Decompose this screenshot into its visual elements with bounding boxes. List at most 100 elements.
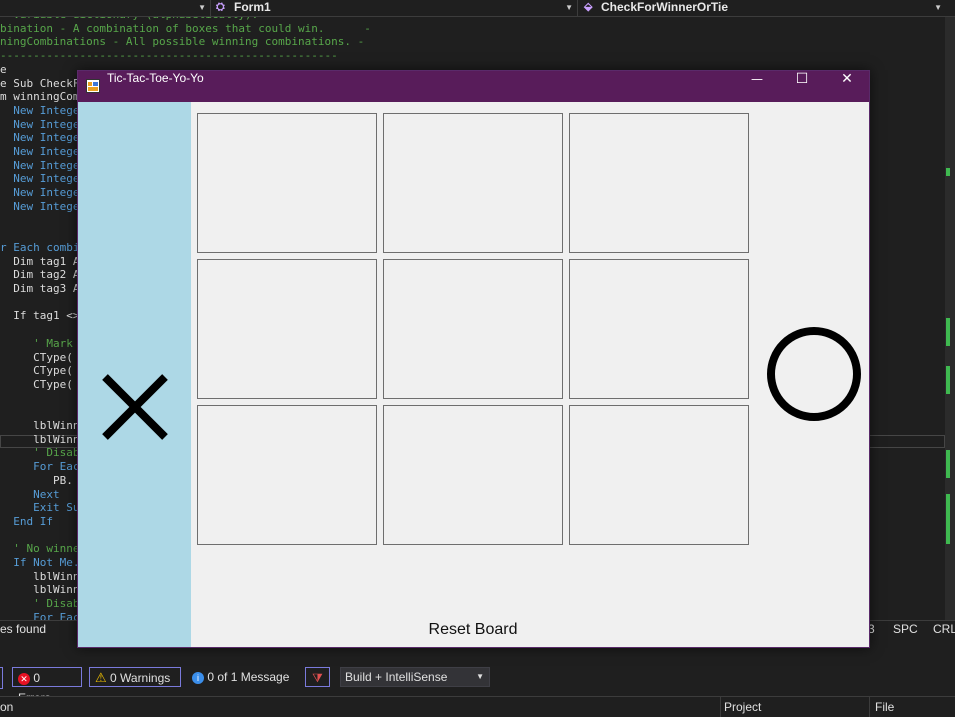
info-icon: i [192,671,204,684]
error-list-toolbar: ✕ 0 Errors ⚠ 0 Warnings i 0 of 1 Message… [0,660,955,705]
line-ending-indicator[interactable]: CRLF [933,621,955,637]
minimize-button[interactable]: — [734,71,780,102]
code-line: ' Disab [0,597,80,611]
change-marker [946,450,950,478]
close-icon: ✕ [841,71,853,87]
code-line: lblWinn [0,583,80,597]
board-cell[interactable] [569,259,749,399]
code-line: bination - A combination of boxes that c… [0,21,371,35]
player-x-panel [78,102,191,647]
board-cell[interactable] [197,259,377,399]
code-line: lblWinn [0,432,80,446]
code-line: New Integer [0,103,87,117]
filter-icon: ⧩ [312,671,323,685]
reset-board-button[interactable]: Reset Board [408,619,538,641]
board-cell[interactable] [383,405,563,545]
chevron-down-icon: ▼ [934,3,942,12]
code-line: PB. [0,473,73,487]
code-line: For Eac [0,610,80,620]
player-o-marker [767,327,861,421]
code-line: ----------------------------------------… [0,49,338,63]
code-line: Next [0,487,60,501]
filter-button[interactable]: ⧩ [305,667,330,687]
class-icon: ⛭ [216,1,225,13]
member-dropdown[interactable]: ⬙ CheckForWinnerOrTie ▼ [580,0,946,16]
scope-dropdown[interactable]: ▼ [0,0,211,16]
maximize-button[interactable]: ☐ [779,71,825,102]
code-line: New Integer [0,117,87,131]
code-line: ' Mark [0,336,73,350]
code-line: If Not Me.C [0,556,87,569]
type-dropdown-label: Form1 [234,0,271,14]
warning-icon: ⚠ [95,670,107,685]
change-marker [946,366,950,394]
form-app-icon [86,79,100,93]
code-line: New Integer [0,145,87,158]
type-dropdown[interactable]: ⛭ Form1 ▼ [212,0,578,16]
window-title: Tic-Tac-Toe-Yo-Yo [107,71,204,85]
code-line: ' Disab [0,446,80,460]
project-column-header[interactable]: Project [724,697,761,717]
messages-label: 0 of 1 Message [207,670,290,684]
file-column-header[interactable]: File [875,697,894,717]
code-line: New Integer [0,186,87,200]
method-icon: ⬙ [584,1,593,13]
error-icon: ✕ [18,672,30,685]
code-line: lblWinn [0,419,80,432]
player-x-marker [102,374,168,440]
change-marker [946,318,950,346]
chevron-down-icon: ▼ [565,3,573,12]
close-button[interactable]: ✕ [824,71,870,102]
code-line: Dim tag1 As [0,254,87,268]
warnings-filter-button[interactable]: ⚠ 0 Warnings [89,667,181,687]
board-cell[interactable] [383,259,563,399]
code-line: New Integer [0,199,87,213]
warnings-label: 0 Warnings [110,671,171,685]
code-line: ' No winner [0,542,87,556]
board-cell[interactable] [197,405,377,545]
code-line: lblWinn [0,569,80,583]
find-result-text: es found [0,622,47,636]
code-line: Dim tag2 As [0,268,87,282]
board-cell[interactable] [569,405,749,545]
code-line: Dim tag3 As [0,282,87,295]
errors-filter-button[interactable]: ✕ 0 Errors [12,667,82,705]
board-cell[interactable] [569,113,749,253]
error-list-header: on Project File [0,696,955,717]
minimize-icon: — [751,72,763,86]
code-line: CType( [0,377,73,391]
column-divider[interactable] [720,697,721,717]
column-divider[interactable] [869,697,870,717]
navigation-bar: ▼ ⛭ Form1 ▼ ⬙ CheckForWinnerOrTie ▼ [0,0,955,17]
code-line: If tag1 <> [0,309,80,323]
code-line: e [0,62,7,76]
code-line: ningCombinations - All possible winning … [0,35,365,49]
code-line: CType( [0,364,73,378]
build-scope-dropdown[interactable]: Build + IntelliSense ▼ [340,667,490,687]
maximize-icon: ☐ [795,71,809,87]
chevron-down-icon: ▼ [198,3,206,12]
window-titlebar[interactable]: Tic-Tac-Toe-Yo-Yo — ☐ ✕ [78,71,869,102]
change-marker [946,168,950,176]
change-marker [946,494,950,544]
tic-tac-toe-window: Tic-Tac-Toe-Yo-Yo — ☐ ✕ Reset Board [77,70,870,648]
build-scope-label: Build + IntelliSense [345,670,448,684]
code-line: e Sub CheckFo [0,76,87,90]
description-column-header[interactable]: on [0,697,13,717]
code-line: New Integer [0,158,87,172]
board-cell[interactable] [383,113,563,253]
board-cell[interactable] [197,113,377,253]
code-line: r Each combin [0,240,87,254]
code-line: For Eac [0,460,80,474]
solution-filter-button[interactable] [0,667,3,689]
member-dropdown-label: CheckForWinnerOrTie [601,0,729,14]
code-line: New Integer [0,131,87,145]
code-line: m winningComb [0,90,87,104]
whitespace-indicator[interactable]: SPC [893,621,918,637]
code-line: Exit Su [0,501,80,515]
messages-filter-button[interactable]: i 0 of 1 Message [192,667,289,687]
chevron-down-icon: ▼ [476,672,484,681]
code-line: CType( [0,350,73,364]
code-line: End If [0,514,53,528]
code-line: New Integer [0,172,87,186]
